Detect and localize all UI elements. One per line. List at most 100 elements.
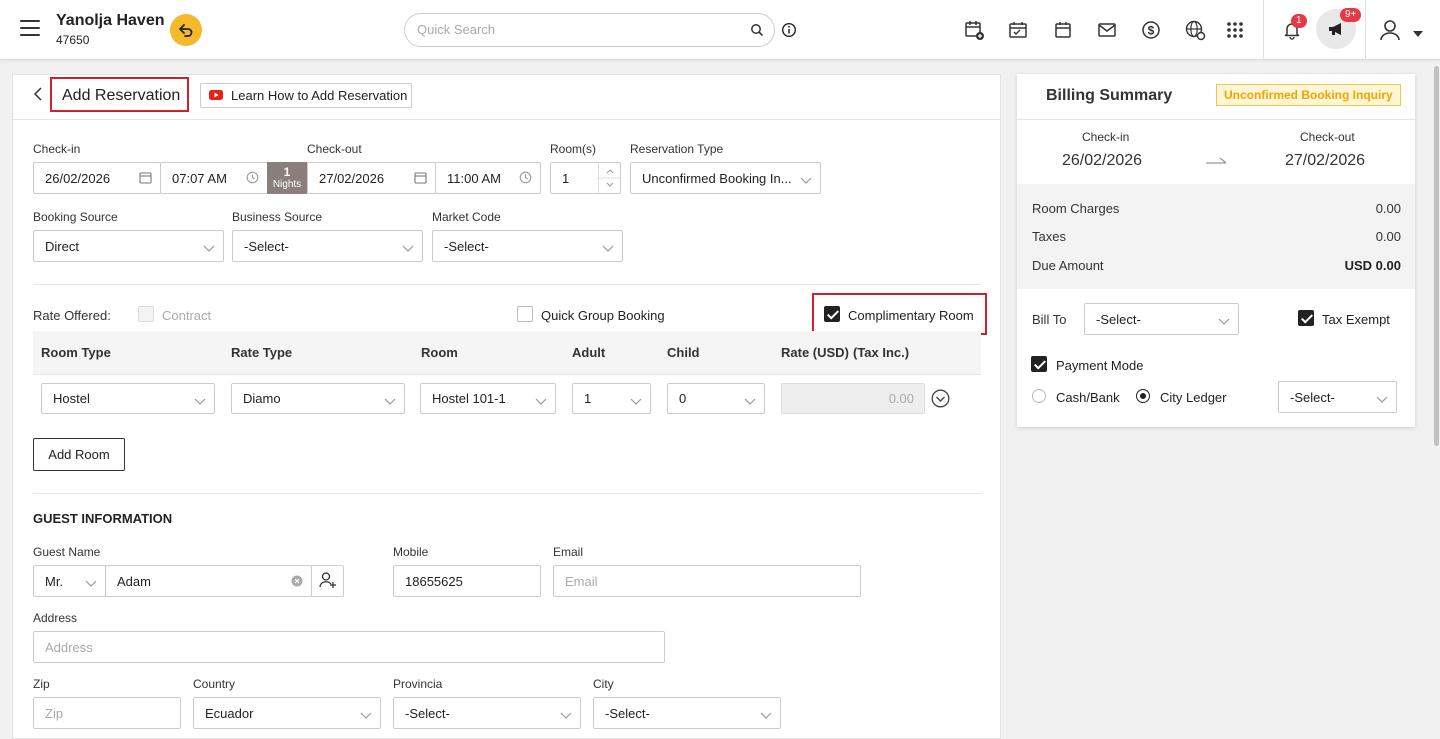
province-select[interactable]: -Select-: [393, 697, 581, 729]
rate-input[interactable]: 0.00: [781, 383, 925, 414]
reservation-type-select[interactable]: Unconfirmed Booking In...: [630, 162, 821, 194]
guest-name-input[interactable]: Adam: [105, 565, 312, 597]
salutation-select[interactable]: Mr.: [33, 565, 106, 597]
country-select[interactable]: Ecuador: [193, 697, 381, 729]
contract-label: Contract: [162, 308, 212, 323]
business-source-value: -Select-: [244, 238, 289, 254]
billing-checkout-label: Check-out: [1300, 130, 1355, 144]
booking-source-select[interactable]: Direct: [33, 230, 224, 262]
calendar-add-icon[interactable]: [962, 18, 986, 42]
guest-lookup-button[interactable]: [311, 565, 344, 597]
apps-grid-icon[interactable]: [1223, 18, 1247, 42]
email-placeholder: Email: [565, 573, 598, 589]
zip-input[interactable]: Zip: [33, 697, 181, 729]
mobile-label: Mobile: [393, 545, 429, 559]
user-icon[interactable]: [1378, 18, 1402, 42]
city-select[interactable]: -Select-: [593, 697, 781, 729]
expand-circle-icon[interactable]: [931, 389, 950, 411]
checkin-date-field[interactable]: 26/02/2026: [33, 162, 161, 194]
address-input[interactable]: Address: [33, 631, 665, 663]
zip-label: Zip: [33, 677, 50, 691]
address-label: Address: [33, 611, 78, 625]
rooms-stepper[interactable]: 1: [550, 162, 621, 194]
child-select[interactable]: 0: [667, 383, 765, 414]
notification-badge: 1: [1291, 14, 1307, 28]
quick-group-label: Quick Group Booking: [541, 308, 665, 323]
undo-icon[interactable]: [170, 14, 202, 46]
billing-checkout-date: 27/02/2026: [1285, 152, 1366, 169]
rooms-label: Room(s): [550, 142, 597, 156]
dollar-icon[interactable]: $: [1139, 18, 1163, 42]
header-room: Room: [421, 345, 458, 360]
stepper-arrows[interactable]: [598, 163, 621, 193]
svg-text:$: $: [1148, 24, 1155, 38]
header-rate-type: Rate Type: [231, 345, 293, 360]
bill-to-select[interactable]: -Select-: [1084, 303, 1239, 335]
add-room-button[interactable]: Add Room: [33, 438, 125, 471]
checkout-date-field[interactable]: 27/02/2026: [307, 162, 436, 194]
learn-video-link[interactable]: Learn How to Add Reservation: [200, 83, 412, 108]
city-ledger-radio[interactable]: [1136, 389, 1150, 403]
payment-mode-checkbox[interactable]: [1031, 356, 1047, 372]
nights-indicator: 1 Nights: [267, 162, 307, 194]
business-source-select[interactable]: -Select-: [232, 230, 423, 262]
taxes-value: 0.00: [1375, 229, 1401, 244]
checkin-time-field[interactable]: 07:07 AM: [160, 162, 268, 194]
mail-icon[interactable]: [1095, 18, 1119, 42]
market-code-select[interactable]: -Select-: [432, 230, 623, 262]
room-type-select[interactable]: Hostel: [41, 383, 215, 414]
adult-select[interactable]: 1: [572, 383, 651, 414]
search-input[interactable]: [417, 22, 737, 37]
caret-down-icon[interactable]: [1413, 25, 1423, 40]
calendar-small-icon: [414, 171, 427, 187]
guest-section-title: GUEST INFORMATION: [33, 511, 173, 526]
back-chevron-icon[interactable]: [33, 86, 43, 107]
checkout-time-field[interactable]: 11:00 AM: [435, 162, 541, 194]
arrow-right-icon: [1206, 154, 1228, 169]
email-input[interactable]: Email: [553, 565, 861, 597]
quick-search[interactable]: [404, 13, 775, 47]
scrollbar-track[interactable]: [1433, 62, 1440, 739]
rate-type-value: Diamo: [243, 391, 281, 406]
bill-to-value: -Select-: [1096, 311, 1141, 327]
billing-checkin-label: Check-in: [1082, 130, 1130, 144]
rate-offered-label: Rate Offered:: [33, 308, 111, 323]
contract-checkbox[interactable]: [138, 306, 154, 322]
menu-icon[interactable]: [20, 20, 40, 36]
mobile-input[interactable]: 18655625: [393, 565, 541, 597]
complimentary-room-label: Complimentary Room: [848, 308, 974, 323]
tax-exempt-checkbox[interactable]: [1298, 310, 1314, 326]
room-select[interactable]: Hostel 101-1: [420, 383, 556, 414]
room-charges-label: Room Charges: [1032, 201, 1120, 216]
header-divider: [13, 119, 1000, 120]
guest-name-label: Guest Name: [33, 545, 101, 559]
reservation-type-label: Reservation Type: [630, 142, 724, 156]
room-value: Hostel 101-1: [432, 391, 506, 406]
chevron-down-icon: [85, 576, 97, 591]
clear-icon[interactable]: [291, 575, 303, 590]
chevron-down-icon: [1218, 314, 1230, 329]
city-label: City: [593, 677, 614, 691]
nights-label: Nights: [272, 179, 302, 190]
calendar-check-icon[interactable]: [1006, 18, 1030, 42]
chevron-down-icon: [630, 394, 642, 409]
cash-bank-label: Cash/Bank: [1056, 390, 1120, 405]
globe-settings-icon[interactable]: [1183, 18, 1207, 42]
info-icon[interactable]: [781, 22, 797, 41]
top-bar: Yanolja Haven 47650 $ 1 9+: [0, 0, 1440, 60]
cash-bank-radio[interactable]: [1032, 389, 1046, 403]
rate-type-select[interactable]: Diamo: [231, 383, 405, 414]
billing-checkin-date: 26/02/2026: [1062, 152, 1143, 169]
quick-group-checkbox[interactable]: [517, 306, 533, 322]
checkin-label: Check-in: [33, 142, 81, 156]
checkout-label: Check-out: [307, 142, 362, 156]
complimentary-room-checkbox[interactable]: [824, 306, 840, 322]
calendar-icon[interactable]: [1051, 18, 1075, 42]
address-placeholder: Address: [45, 639, 93, 655]
search-icon[interactable]: [750, 23, 764, 40]
business-source-label: Business Source: [232, 210, 323, 224]
scrollbar-thumb[interactable]: [1434, 66, 1439, 446]
country-label: Country: [193, 677, 236, 691]
billing-title: Billing Summary: [1046, 87, 1173, 104]
ledger-account-select[interactable]: -Select-: [1278, 381, 1397, 413]
